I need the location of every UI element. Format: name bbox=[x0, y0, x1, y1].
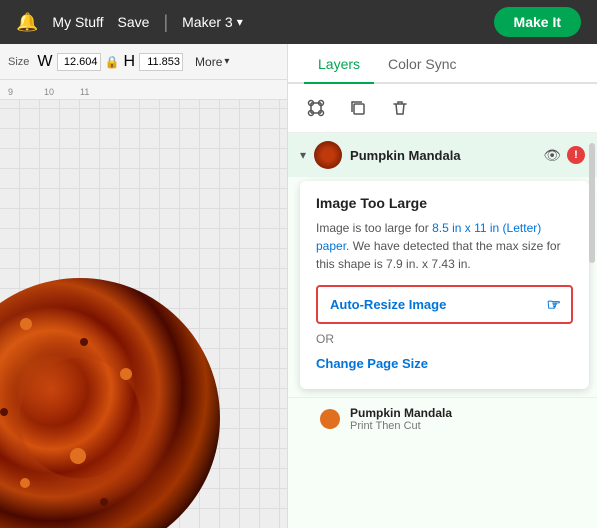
ruler-mark-11: 11 bbox=[80, 87, 116, 97]
make-it-button[interactable]: Make It bbox=[494, 7, 581, 37]
mandala-image[interactable] bbox=[0, 278, 220, 528]
more-chevron-icon: ▾ bbox=[224, 56, 229, 67]
popup-title: Image Too Large bbox=[316, 195, 573, 211]
more-button[interactable]: More ▾ bbox=[195, 55, 229, 69]
height-input-wrapper bbox=[139, 53, 183, 71]
ruler-strip: 9 10 11 bbox=[0, 80, 287, 100]
sub-layer-color-dot bbox=[320, 409, 340, 429]
auto-resize-label: Auto-Resize Image bbox=[330, 297, 446, 312]
popup-body: Image is too large for 8.5 in x 11 in (L… bbox=[316, 219, 573, 273]
panel-tabs: Layers Color Sync bbox=[288, 44, 597, 84]
change-page-button[interactable]: Change Page Size bbox=[316, 352, 428, 375]
layer-list: ▾ Pumpkin Mandala 👁 ! Image Too Large Im… bbox=[288, 133, 597, 528]
size-label: Size bbox=[8, 56, 29, 68]
save-link[interactable]: Save bbox=[118, 14, 150, 30]
sub-layer-type: Print Then Cut bbox=[350, 420, 452, 432]
width-input[interactable] bbox=[57, 53, 101, 71]
bell-icon[interactable]: 🔔 bbox=[16, 12, 38, 33]
size-input-group: W 🔒 H bbox=[37, 53, 183, 71]
group-chevron-icon: ▾ bbox=[300, 148, 306, 162]
group-name: Pumpkin Mandala bbox=[350, 148, 535, 163]
group-thumbnail bbox=[314, 141, 342, 169]
lock-icon[interactable]: 🔒 bbox=[105, 55, 120, 69]
height-label: H bbox=[123, 53, 135, 71]
popup-body-text2: . We have detected that the max size for… bbox=[316, 239, 561, 271]
or-text: OR bbox=[316, 332, 573, 346]
delete-button[interactable] bbox=[384, 92, 416, 124]
tab-layers[interactable]: Layers bbox=[304, 44, 374, 84]
machine-selector[interactable]: Maker 3 ▾ bbox=[182, 14, 243, 30]
more-label: More bbox=[195, 55, 222, 69]
height-input[interactable] bbox=[139, 53, 183, 71]
ruler-mark-9: 9 bbox=[8, 87, 44, 97]
machine-name: Maker 3 bbox=[182, 14, 233, 30]
machine-chevron-icon: ▾ bbox=[237, 15, 243, 29]
canvas-toolbar: Size W 🔒 H More ▾ bbox=[0, 44, 287, 80]
visibility-eye-icon[interactable]: 👁 bbox=[543, 147, 561, 164]
delete-icon bbox=[391, 99, 409, 117]
sub-layer-text: Pumpkin Mandala Print Then Cut bbox=[350, 406, 452, 432]
group-icon bbox=[307, 99, 325, 117]
canvas-area: Size W 🔒 H More ▾ 9 10 11 bbox=[0, 44, 288, 528]
tab-color-sync[interactable]: Color Sync bbox=[374, 44, 470, 84]
main-area: Size W 🔒 H More ▾ 9 10 11 bbox=[0, 44, 597, 528]
sub-layer-item[interactable]: Pumpkin Mandala Print Then Cut bbox=[288, 397, 597, 440]
duplicate-icon bbox=[349, 99, 367, 117]
ruler-mark-10: 10 bbox=[44, 87, 80, 97]
ruler-marks: 9 10 11 bbox=[8, 87, 116, 97]
duplicate-button[interactable] bbox=[342, 92, 374, 124]
group-row[interactable]: ▾ Pumpkin Mandala 👁 ! bbox=[288, 133, 597, 177]
warning-icon: ! bbox=[567, 146, 585, 164]
right-panel: Layers Color Sync bbox=[288, 44, 597, 528]
group-icons-right: 👁 ! bbox=[543, 146, 585, 164]
sub-layer-name: Pumpkin Mandala bbox=[350, 406, 452, 420]
top-navbar: 🔔 My Stuff Save | Maker 3 ▾ Make It bbox=[0, 0, 597, 44]
group-button[interactable] bbox=[300, 92, 332, 124]
canvas-content bbox=[0, 100, 287, 528]
auto-resize-button[interactable]: Auto-Resize Image ☞ bbox=[316, 285, 573, 324]
cursor-hand-icon: ☞ bbox=[547, 295, 561, 315]
width-input-wrapper bbox=[57, 53, 101, 71]
nav-divider: | bbox=[163, 12, 168, 33]
width-label: W bbox=[37, 53, 52, 71]
scroll-indicator[interactable] bbox=[589, 143, 595, 263]
popup-body-text1: Image is too large for bbox=[316, 221, 432, 235]
layer-toolbar bbox=[288, 84, 597, 133]
my-stuff-link[interactable]: My Stuff bbox=[52, 14, 103, 30]
image-too-large-popup: Image Too Large Image is too large for 8… bbox=[300, 181, 589, 389]
